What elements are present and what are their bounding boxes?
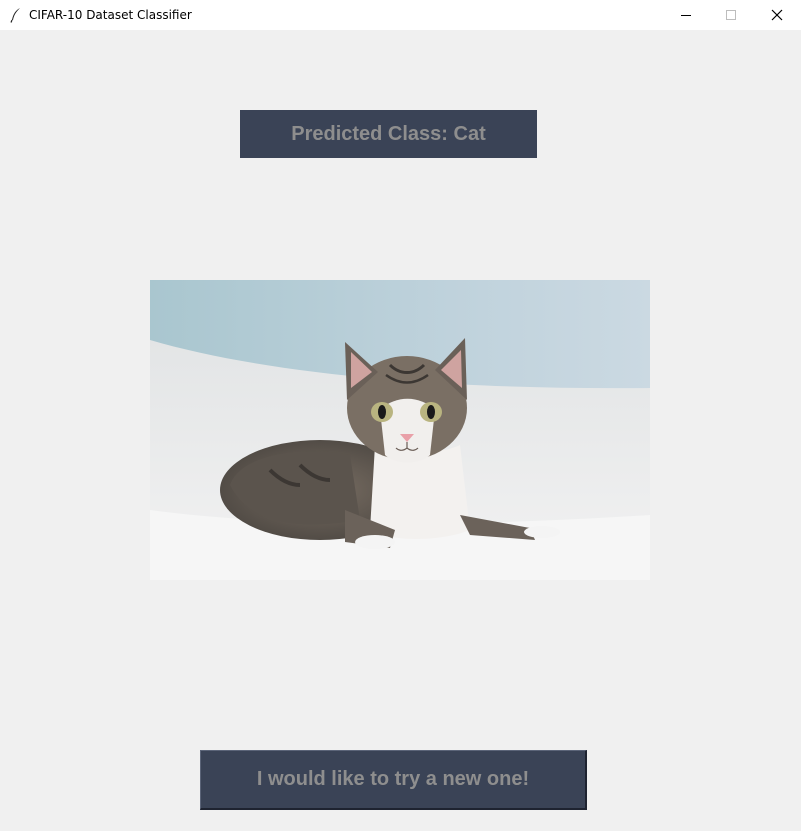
classified-image [150, 280, 650, 580]
minimize-icon [681, 15, 691, 16]
close-button[interactable] [754, 0, 800, 30]
minimize-button[interactable] [663, 0, 709, 30]
try-new-image-button[interactable]: I would like to try a new one! [200, 750, 587, 810]
window-title: CIFAR-10 Dataset Classifier [29, 8, 192, 22]
maximize-icon [726, 10, 736, 20]
close-icon [771, 9, 783, 21]
predicted-class-label: Predicted Class: Cat [240, 110, 537, 158]
maximize-button[interactable] [708, 0, 754, 30]
feather-icon [10, 8, 20, 23]
title-bar: CIFAR-10 Dataset Classifier [0, 0, 801, 30]
cat-photo [150, 280, 650, 580]
